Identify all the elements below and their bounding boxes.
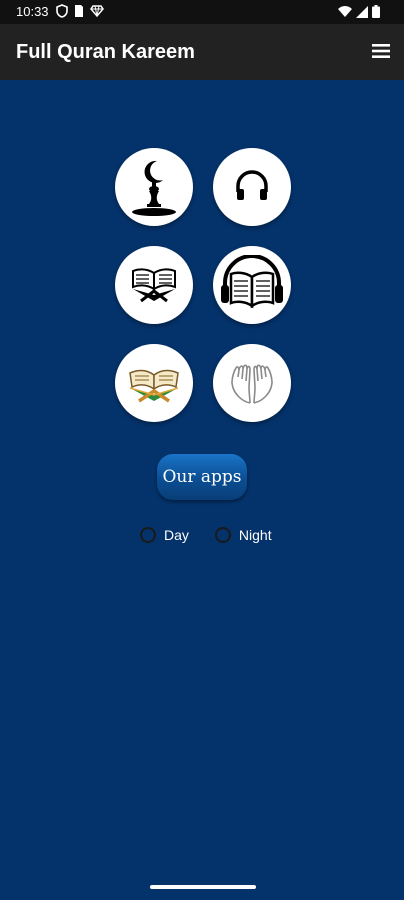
shield-icon <box>56 4 68 18</box>
praying-hands-icon <box>231 364 273 404</box>
audiobook-icon <box>221 255 283 309</box>
wifi-icon <box>338 5 352 17</box>
app-title: Full Quran Kareem <box>16 41 195 63</box>
night-radio-button[interactable] <box>214 527 231 543</box>
status-bar: 10:33 <box>0 0 404 24</box>
theme-radio-group: Day Night <box>140 527 272 543</box>
dua-button[interactable] <box>213 344 291 422</box>
gesture-nav-handle[interactable] <box>150 885 256 889</box>
our-apps-button[interactable]: Our apps <box>157 454 247 500</box>
menu-button[interactable] <box>368 38 394 64</box>
mosque-crescent-icon <box>132 160 176 216</box>
status-time: 10:33 <box>16 4 49 19</box>
qibla-button[interactable] <box>115 148 193 226</box>
audio-book-button[interactable] <box>213 246 291 324</box>
quran-book-button[interactable] <box>115 344 193 422</box>
audio-button[interactable] <box>213 148 291 226</box>
app-bar: Full Quran Kareem <box>0 24 404 80</box>
day-radio-option[interactable]: Day <box>140 527 189 543</box>
day-radio-button[interactable] <box>140 527 156 543</box>
hamburger-menu-icon <box>372 44 390 58</box>
battery-icon <box>372 5 380 18</box>
diamond-icon <box>90 5 104 18</box>
sim-card-icon <box>75 5 83 17</box>
night-radio-option[interactable]: Night <box>214 527 272 543</box>
quran-stand-icon <box>132 268 176 303</box>
read-quran-button[interactable] <box>115 246 193 324</box>
signal-icon <box>356 5 368 18</box>
night-label: Night <box>238 527 272 543</box>
headphones-icon <box>236 170 268 200</box>
quran-book-icon <box>129 369 179 403</box>
day-label: Day <box>164 527 189 543</box>
